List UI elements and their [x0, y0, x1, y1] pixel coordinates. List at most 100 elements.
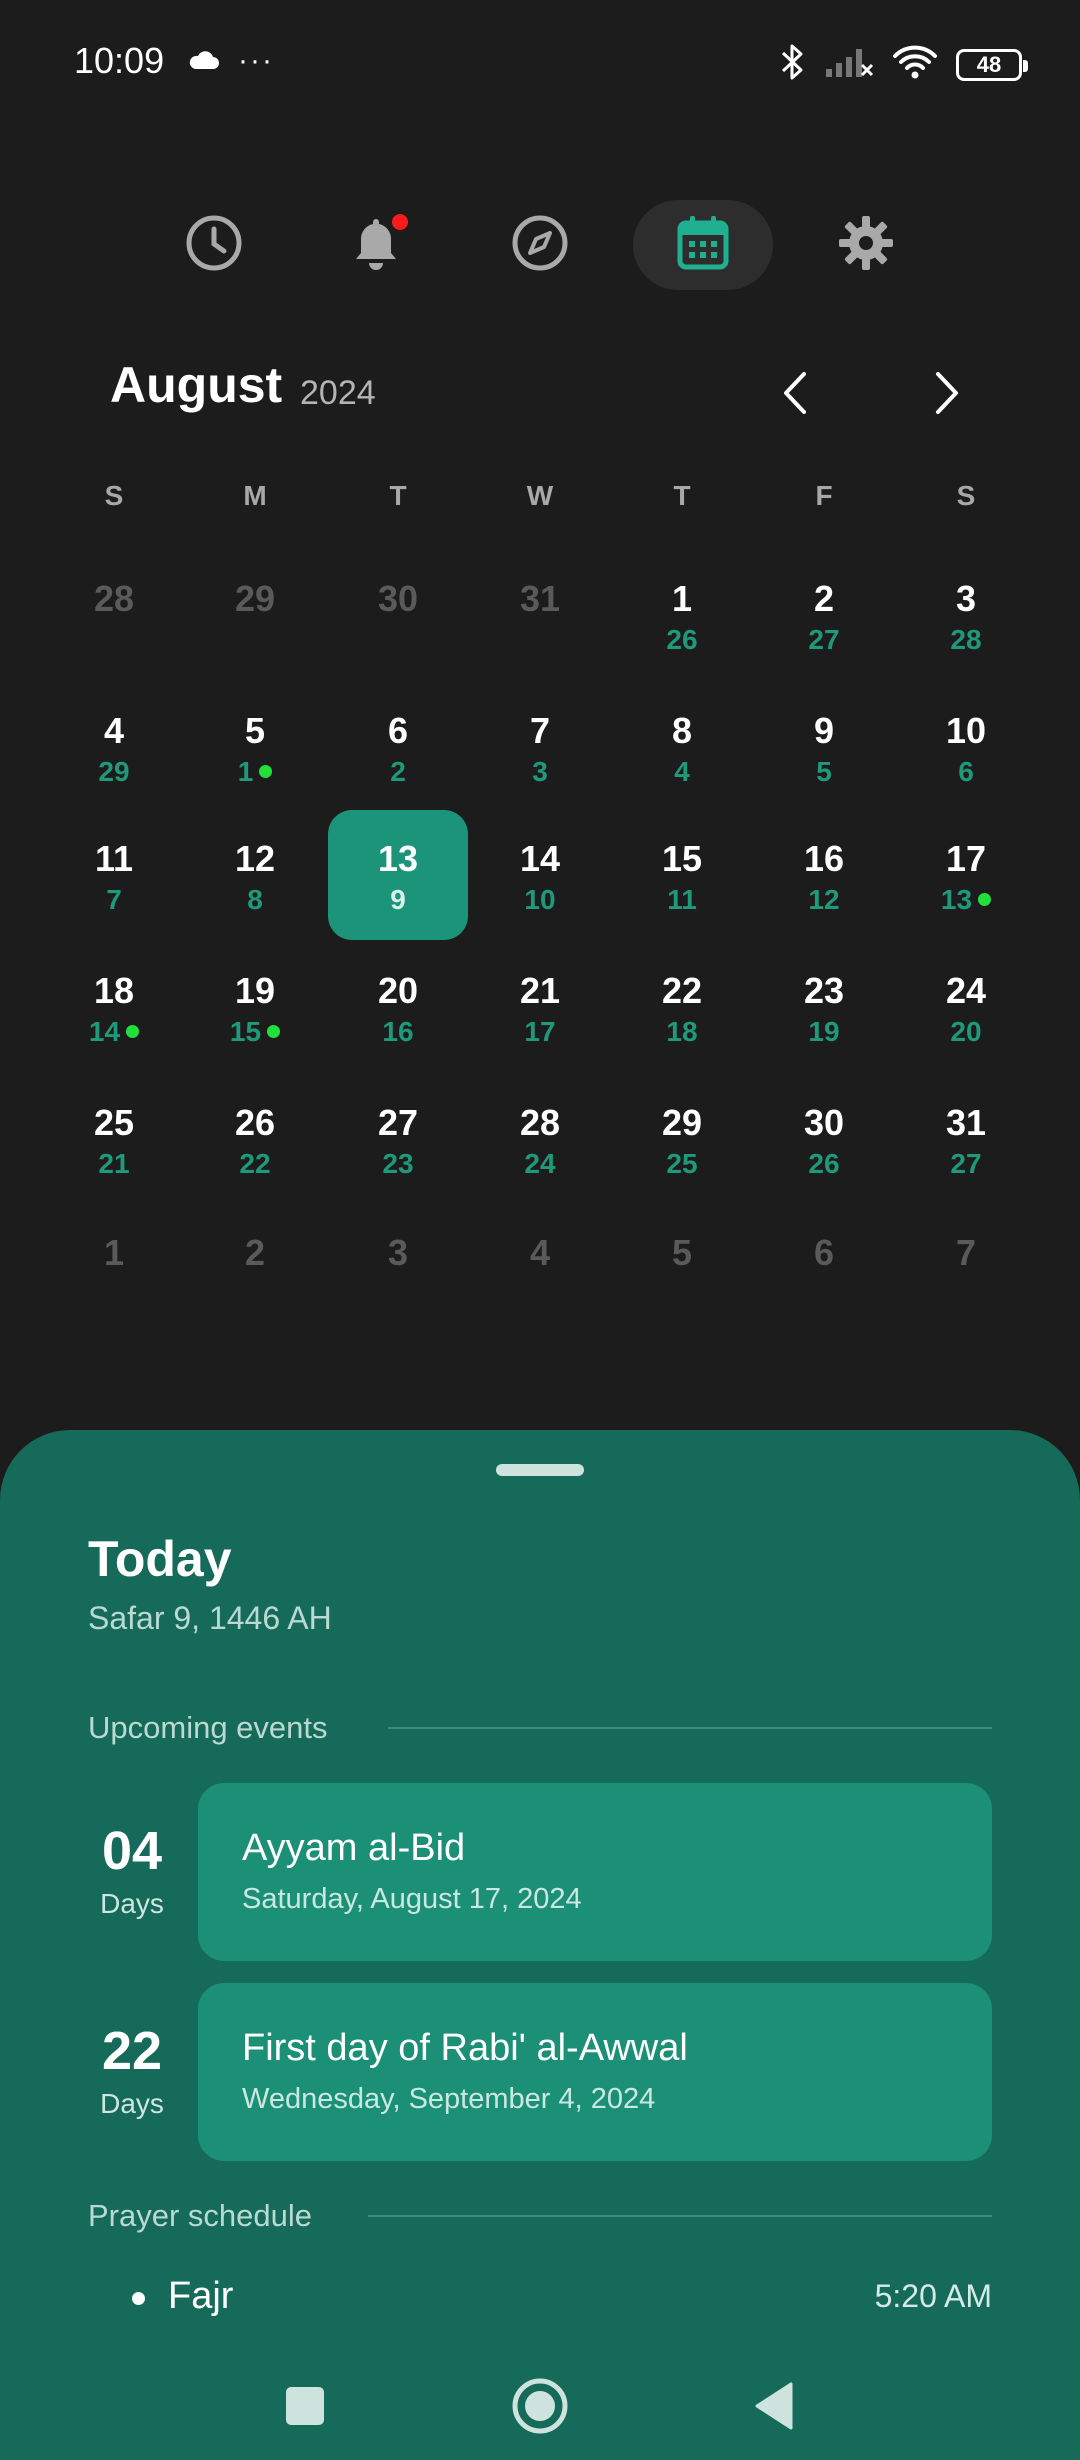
calendar-day[interactable]: 26 22 [185, 1082, 325, 1212]
gregorian-date: 1 [671, 578, 693, 619]
hijri-day: 21 [44, 1148, 184, 1180]
hijri-day: 5 [754, 756, 894, 788]
calendar-day[interactable]: 30 26 [754, 1082, 894, 1212]
calendar-day[interactable]: 5 [612, 1212, 752, 1342]
hijri-day-number: 8 [247, 884, 263, 915]
calendar-day[interactable]: 7 [896, 1212, 1036, 1342]
nav-settings-button[interactable] [796, 200, 936, 290]
gregorian-date: 1 [103, 1232, 125, 1273]
calendar-day[interactable]: 12 8 [185, 818, 325, 948]
notification-badge [392, 214, 408, 230]
weekday-label: M [243, 480, 267, 511]
calendar-day[interactable]: 1 26 [612, 558, 752, 688]
event-title: First day of Rabi' al-Awwal [242, 2027, 688, 2069]
calendar-day[interactable]: 14 10 [470, 818, 610, 948]
gregorian-date: 5 [671, 1232, 693, 1273]
event-card[interactable]: Ayyam al-Bid Saturday, August 17, 2024 [198, 1783, 992, 1961]
hijri-date: Safar 9, 1446 AH [88, 1600, 332, 1636]
calendar-day[interactable]: 21 17 [470, 950, 610, 1080]
hijri-day: 9 [328, 884, 468, 916]
calendar-day[interactable]: 16 12 [754, 818, 894, 948]
calendar-day[interactable]: 28 [44, 558, 184, 688]
prayer-bullet [132, 2292, 145, 2305]
calendar-day[interactable]: 51 [185, 690, 325, 820]
event-countdown: 04 Days [70, 1820, 194, 1920]
wifi-icon [892, 44, 938, 85]
calendar-day[interactable]: 23 19 [754, 950, 894, 1080]
calendar-day[interactable]: 18 14 [44, 950, 184, 1080]
gear-icon [836, 213, 896, 278]
hijri-day: 17 [470, 1016, 610, 1048]
gregorian-date: 5 [244, 710, 266, 751]
hijri-day: 27 [896, 1148, 1036, 1180]
signal-off-icon [824, 45, 874, 84]
calendar-day-today[interactable]: 13 9 [328, 810, 468, 940]
hijri-day-number: 12 [808, 884, 840, 915]
calendar-day[interactable]: 29 25 [612, 1082, 752, 1212]
calendar-day[interactable]: 3 28 [896, 558, 1036, 688]
hijri-day: 13 [896, 884, 1036, 916]
gregorian-date: 16 [803, 838, 845, 879]
calendar-day[interactable]: 27 23 [328, 1082, 468, 1212]
hijri-day-number: 19 [808, 1016, 840, 1047]
hijri-day-number: 15 [229, 1016, 262, 1047]
calendar-day[interactable]: 31 [470, 558, 610, 688]
hijri-day-number: 14 [88, 1016, 121, 1047]
clock-icon [184, 213, 244, 278]
calendar-day[interactable]: 29 [185, 558, 325, 688]
calendar-day[interactable]: 84 [612, 690, 752, 820]
hijri-day: 1 [185, 756, 325, 788]
status-overflow: ··· [238, 44, 274, 77]
hijri-day-number: 3 [532, 756, 548, 787]
calendar-day[interactable]: 62 [328, 690, 468, 820]
next-month-button[interactable] [912, 360, 982, 430]
calendar-day[interactable]: 15 11 [612, 818, 752, 948]
status-icons: 48 [780, 42, 1028, 87]
home-button[interactable] [500, 2368, 580, 2448]
calendar-day[interactable]: 11 7 [44, 818, 184, 948]
calendar-day[interactable]: 1 [44, 1212, 184, 1342]
calendar-day[interactable]: 2 27 [754, 558, 894, 688]
calendar-day[interactable]: 17 13 [896, 818, 1036, 948]
gregorian-date: 20 [377, 970, 419, 1011]
calendar-day[interactable]: 2 [185, 1212, 325, 1342]
hijri-day: 28 [896, 624, 1036, 656]
calendar-day[interactable]: 24 20 [896, 950, 1036, 1080]
calendar-day[interactable]: 10 6 [896, 690, 1036, 820]
gregorian-date: 14 [519, 838, 561, 879]
nav-clock-button[interactable] [144, 200, 284, 290]
hijri-day-number: 20 [950, 1016, 982, 1047]
calendar-day[interactable]: 20 16 [328, 950, 468, 1080]
calendar-day[interactable]: 95 [754, 690, 894, 820]
calendar-day[interactable]: 19 15 [185, 950, 325, 1080]
recents-button[interactable] [265, 2368, 345, 2448]
calendar-day[interactable]: 4 29 [44, 690, 184, 820]
calendar-day[interactable]: 6 [754, 1212, 894, 1342]
event-title: Ayyam al-Bid [242, 1827, 466, 1869]
hijri-day: 6 [896, 756, 1036, 788]
gregorian-date: 3 [387, 1232, 409, 1273]
nav-calendar-button[interactable] [633, 200, 773, 290]
calendar-day[interactable]: 3 [328, 1212, 468, 1342]
calendar-day[interactable]: 73 [470, 690, 610, 820]
gregorian-date: 2 [813, 578, 835, 619]
hijri-day-number: 28 [950, 624, 982, 655]
nav-notifications-button[interactable] [306, 200, 446, 290]
calendar-day[interactable]: 31 27 [896, 1082, 1036, 1212]
nav-compass-button[interactable] [470, 200, 610, 290]
hijri-day: 22 [185, 1148, 325, 1180]
hijri-day: 25 [612, 1148, 752, 1180]
calendar-day[interactable]: 30 [328, 558, 468, 688]
previous-month-button[interactable] [760, 360, 830, 430]
hijri-day: 16 [328, 1016, 468, 1048]
back-button[interactable] [734, 2368, 814, 2448]
calendar-day[interactable]: 22 18 [612, 950, 752, 1080]
event-card[interactable]: First day of Rabi' al-Awwal Wednesday, S… [198, 1983, 992, 2161]
calendar-day[interactable]: 25 21 [44, 1082, 184, 1212]
calendar-day[interactable]: 4 [470, 1212, 610, 1342]
square-icon [285, 2386, 325, 2431]
sheet-drag-handle[interactable] [496, 1464, 584, 1476]
hijri-day-number: 18 [666, 1016, 698, 1047]
countdown-unit: Days [100, 2088, 164, 2119]
calendar-day[interactable]: 28 24 [470, 1082, 610, 1212]
